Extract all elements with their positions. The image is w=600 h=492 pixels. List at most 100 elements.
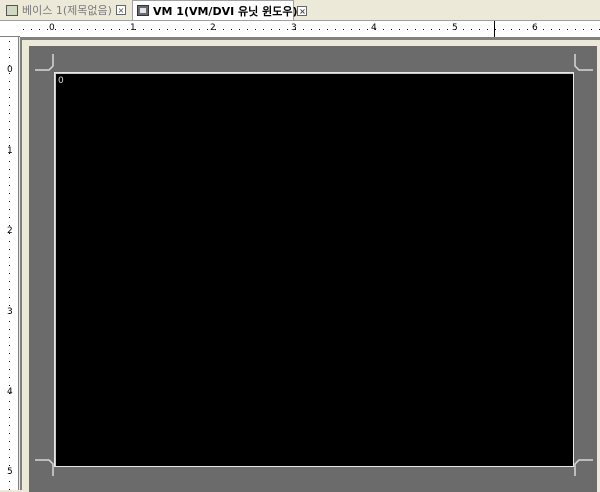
ruler-tick [9, 257, 10, 258]
ruler-tick [9, 401, 10, 402]
left-guide-line [54, 72, 55, 467]
tab-base-1[interactable]: 베이스 1(제목없음) × [2, 1, 130, 19]
ruler-tick [63, 29, 64, 30]
ruler-corner [0, 21, 20, 37]
ruler-label-v-3: 3 [7, 307, 13, 317]
ruler-label-h-2: 2 [210, 23, 216, 33]
ruler-tick [9, 49, 10, 50]
ruler-tick [23, 29, 24, 30]
ruler-tick [359, 29, 360, 30]
ruler-tick [71, 29, 72, 30]
ruler-tick [159, 29, 160, 30]
ruler-tick [9, 185, 10, 186]
ruler-tick [9, 121, 10, 122]
ruler-label-h-5: 5 [452, 23, 458, 33]
ruler-tick [479, 29, 480, 30]
ruler-tick [9, 65, 10, 66]
vm-window-area[interactable]: 0 [55, 73, 574, 467]
tab-vm-1-label: VM 1(VM/DVI 유닛 윈도우) [153, 4, 298, 18]
ruler-tick [9, 81, 10, 82]
ruler-tick [207, 29, 208, 30]
ruler-tick [9, 105, 10, 106]
ruler-tick [423, 29, 424, 30]
tab-vm-1[interactable]: VM 1(VM/DVI 유닛 윈도우) × [132, 0, 308, 20]
close-tab-base-1-icon[interactable]: × [116, 5, 126, 15]
ruler-tick [103, 29, 104, 30]
ruler-tick [119, 29, 120, 30]
document-tab-bar: 베이스 1(제목없음) × VM 1(VM/DVI 유닛 윈도우) × [0, 0, 600, 21]
ruler-tick [9, 97, 10, 98]
ruler-tick [9, 113, 10, 114]
ruler-label-v-2: 2 [7, 226, 13, 236]
ruler-tick [9, 329, 10, 330]
vertical-ruler: 0 1 2 3 4 5 [0, 37, 19, 490]
ruler-tick [239, 29, 240, 30]
ruler-tick [9, 409, 10, 410]
ruler-tick [351, 29, 352, 30]
corner-handle-top-right-icon[interactable] [573, 54, 593, 74]
editor-canvas[interactable]: 0 [20, 38, 600, 492]
bottom-guide-line [55, 466, 574, 467]
ruler-tick [471, 29, 472, 30]
ruler-tick [111, 29, 112, 30]
corner-handle-top-left-icon[interactable] [35, 54, 55, 74]
close-tab-vm-1-icon[interactable]: × [297, 5, 308, 16]
ruler-tick [463, 29, 464, 30]
ruler-tick [87, 29, 88, 30]
ruler-tick [9, 337, 10, 338]
ruler-tick [135, 29, 136, 30]
ruler-tick [9, 41, 10, 42]
right-guide-line [573, 72, 574, 467]
ruler-tick [431, 29, 432, 30]
window-id-label: 0 [58, 76, 64, 86]
ruler-tick [495, 29, 496, 30]
ruler-tick [567, 29, 568, 30]
ruler-tick [535, 29, 536, 30]
ruler-tick [95, 29, 96, 30]
ruler-tick [9, 57, 10, 58]
ruler-tick [255, 29, 256, 30]
ruler-tick [151, 29, 152, 30]
screen-icon [6, 4, 18, 16]
ruler-tick [9, 233, 10, 234]
ruler-tick [295, 29, 296, 30]
ruler-tick [311, 29, 312, 30]
ruler-tick [367, 29, 368, 30]
ruler-tick [591, 29, 592, 30]
ruler-tick [9, 361, 10, 362]
ruler-tick [335, 29, 336, 30]
ruler-tick [9, 297, 10, 298]
ruler-tick [9, 473, 10, 474]
ruler-tick [9, 449, 10, 450]
ruler-tick [263, 29, 264, 30]
corner-handle-bottom-left-icon[interactable] [35, 456, 55, 476]
ruler-tick [9, 265, 10, 266]
ruler-tick [9, 457, 10, 458]
ruler-tick [9, 289, 10, 290]
ruler-tick [527, 29, 528, 30]
ruler-label-v-5: 5 [7, 467, 13, 477]
ruler-tick [575, 29, 576, 30]
ruler-tick [9, 241, 10, 242]
ruler-tick [247, 29, 248, 30]
ruler-tick [9, 385, 10, 386]
ruler-tick [543, 29, 544, 30]
ruler-tick [503, 29, 504, 30]
vm-window-icon [137, 5, 149, 16]
ruler-tick [223, 29, 224, 30]
ruler-tick [375, 29, 376, 30]
ruler-tick [9, 137, 10, 138]
window-frame: 0 [29, 46, 597, 492]
ruler-tick [175, 29, 176, 30]
ruler-tick [9, 145, 10, 146]
ruler-tick [9, 273, 10, 274]
ruler-tick [447, 29, 448, 30]
ruler-tick [167, 29, 168, 30]
ruler-tick [9, 209, 10, 210]
ruler-tick [439, 29, 440, 30]
corner-handle-bottom-right-icon[interactable] [573, 456, 593, 476]
ruler-tick [9, 193, 10, 194]
ruler-label-h-1: 1 [130, 23, 136, 33]
ruler-tick [9, 305, 10, 306]
ruler-tick [559, 29, 560, 30]
